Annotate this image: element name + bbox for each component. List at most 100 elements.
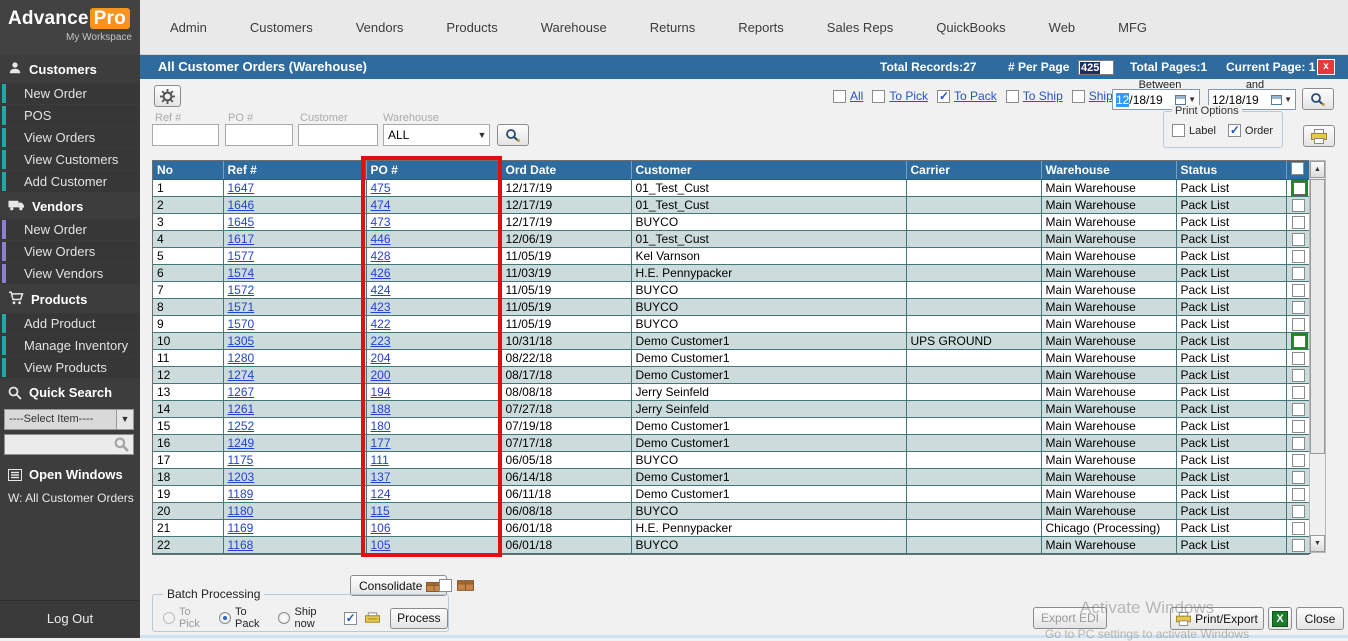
logout-button[interactable]: Log Out	[0, 600, 140, 638]
row-checkbox[interactable]	[1292, 437, 1305, 450]
filter-checkbox-to-pick[interactable]	[872, 90, 885, 103]
row-checkbox[interactable]	[1292, 369, 1305, 382]
row-checkbox[interactable]	[1292, 301, 1305, 314]
sidebar-item-products-manage-inventory[interactable]: Manage Inventory	[0, 335, 140, 356]
ref-link[interactable]: 1203	[228, 470, 255, 484]
batch-print-checkbox[interactable]	[344, 612, 357, 625]
ref-link[interactable]: 1646	[228, 198, 255, 212]
column-header-status[interactable]: Status	[1176, 161, 1286, 180]
sidebar-item-products-view-products[interactable]: View Products	[0, 357, 140, 378]
print-option-label[interactable]: Label	[1172, 124, 1216, 137]
sidebar-item-customers-new-order[interactable]: New Order	[0, 83, 140, 104]
close-window-button[interactable]: x	[1317, 59, 1335, 75]
settings-button[interactable]	[154, 85, 181, 107]
filter-all[interactable]: All	[833, 89, 863, 103]
consolidate-button[interactable]: Consolidate	[350, 575, 447, 596]
ref-link[interactable]: 1305	[228, 334, 255, 348]
nav-item-customers[interactable]: Customers	[250, 20, 313, 35]
sidebar-item-vendors-view-vendors[interactable]: View Vendors	[0, 263, 140, 284]
sidebar-item-customers-view-customers[interactable]: View Customers	[0, 149, 140, 170]
column-header-po[interactable]: PO #	[366, 161, 501, 180]
po-link[interactable]: 105	[371, 538, 391, 552]
row-checkbox[interactable]	[1293, 335, 1306, 348]
po-link[interactable]: 200	[371, 368, 391, 382]
ref-link[interactable]: 1571	[228, 300, 255, 314]
quick-search-select[interactable]: ----Select Item---- ▼	[4, 409, 134, 430]
ref-link[interactable]: 1574	[228, 266, 255, 280]
filter-checkbox-shipped[interactable]	[1072, 90, 1085, 103]
nav-item-warehouse[interactable]: Warehouse	[541, 20, 607, 35]
po-link[interactable]: 424	[371, 283, 391, 297]
row-checkbox[interactable]	[1292, 539, 1305, 552]
customer-filter-input[interactable]	[298, 124, 378, 146]
filter-label-to-pack[interactable]: To Pack	[954, 89, 997, 103]
row-checkbox[interactable]	[1292, 233, 1305, 246]
ref-link[interactable]: 1267	[228, 385, 255, 399]
per-page-input[interactable]: 425	[1078, 60, 1114, 75]
row-checkbox[interactable]	[1292, 386, 1305, 399]
row-checkbox[interactable]	[1292, 216, 1305, 229]
batch-option-to-pack[interactable]: To Pack	[219, 606, 270, 630]
ref-link[interactable]: 1180	[228, 504, 254, 518]
sidebar-item-customers-add-customer[interactable]: Add Customer	[0, 171, 140, 192]
quick-search-input[interactable]	[4, 434, 134, 455]
po-link[interactable]: 422	[371, 317, 391, 331]
ref-link[interactable]: 1261	[228, 402, 255, 416]
batch-radio-ship-now[interactable]	[278, 612, 290, 624]
column-header-ord-date[interactable]: Ord Date	[501, 161, 631, 180]
row-checkbox[interactable]	[1292, 352, 1305, 365]
ref-link[interactable]: 1617	[228, 232, 255, 246]
ref-link[interactable]: 1252	[228, 419, 255, 433]
po-link[interactable]: 475	[371, 181, 391, 195]
filter-label-all[interactable]: All	[850, 89, 863, 103]
select-all-checkbox[interactable]	[1291, 162, 1304, 175]
po-link[interactable]: 106	[371, 521, 391, 535]
po-link[interactable]: 204	[371, 351, 391, 365]
po-link[interactable]: 177	[371, 436, 391, 450]
ref-link[interactable]: 1175	[228, 453, 254, 467]
batch-radio-to-pick[interactable]	[163, 612, 175, 624]
chevron-down-icon[interactable]: ▼	[116, 410, 133, 429]
po-link[interactable]: 473	[371, 215, 391, 229]
filter-to-ship[interactable]: To Ship	[1006, 89, 1063, 103]
nav-item-vendors[interactable]: Vendors	[356, 20, 404, 35]
scroll-up-button[interactable]: ▲	[1310, 161, 1325, 178]
row-checkbox[interactable]	[1292, 471, 1305, 484]
calendar-dropdown[interactable]: ▼	[1271, 95, 1295, 105]
po-link[interactable]: 446	[371, 232, 391, 246]
batch-radio-to-pack[interactable]	[219, 612, 231, 624]
po-link[interactable]: 111	[371, 453, 389, 467]
po-link[interactable]: 137	[371, 470, 391, 484]
filter-checkbox-to-ship[interactable]	[1006, 90, 1019, 103]
search-orders-button[interactable]	[497, 124, 529, 146]
po-link[interactable]: 188	[371, 402, 391, 416]
nav-item-admin[interactable]: Admin	[170, 20, 207, 35]
sidebar-section-products[interactable]: Products	[0, 285, 140, 313]
sidebar-section-customers[interactable]: Customers	[0, 55, 140, 83]
sidebar-item-customers-view-orders[interactable]: View Orders	[0, 127, 140, 148]
close-button[interactable]: Close	[1296, 607, 1344, 630]
sidebar-section-vendors[interactable]: Vendors	[0, 193, 140, 219]
batch-option-ship-now[interactable]: Ship now	[278, 606, 335, 630]
ref-link[interactable]: 1572	[228, 283, 255, 297]
column-header-warehouse[interactable]: Warehouse	[1041, 161, 1176, 180]
ref-link[interactable]: 1168	[228, 538, 254, 552]
consolidate-checkbox[interactable]	[439, 579, 452, 592]
ref-link[interactable]: 1647	[228, 181, 255, 195]
search-icon[interactable]	[114, 437, 129, 452]
scroll-down-button[interactable]: ▼	[1310, 535, 1325, 552]
row-checkbox[interactable]	[1292, 199, 1305, 212]
po-link[interactable]: 124	[371, 487, 391, 501]
process-button[interactable]: Process	[390, 608, 448, 629]
green-flag-checkbox[interactable]	[1291, 180, 1308, 196]
filter-to-pack[interactable]: To Pack	[937, 89, 997, 103]
ref-link[interactable]: 1280	[228, 351, 255, 365]
row-checkbox[interactable]	[1292, 403, 1305, 416]
column-header-customer[interactable]: Customer	[631, 161, 906, 180]
ref-link[interactable]: 1169	[228, 521, 254, 535]
column-header-no[interactable]: No	[153, 161, 223, 180]
nav-item-returns[interactable]: Returns	[650, 20, 696, 35]
nav-item-quickbooks[interactable]: QuickBooks	[936, 20, 1005, 35]
sidebar-item-vendors-new-order[interactable]: New Order	[0, 219, 140, 240]
print-option-order[interactable]: Order	[1228, 124, 1273, 137]
